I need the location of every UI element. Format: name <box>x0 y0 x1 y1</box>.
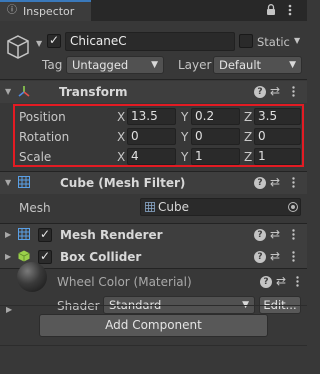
divider <box>0 305 307 306</box>
mesh-label: Mesh <box>19 201 51 215</box>
tag-value: Untagged <box>72 58 129 72</box>
more-options-icon[interactable] <box>292 251 295 262</box>
mesh-renderer-enabled-checkbox[interactable] <box>38 227 52 242</box>
foldout-arrow-icon[interactable]: ▶ <box>5 230 11 239</box>
preset-icon[interactable]: ⇄ <box>270 249 280 263</box>
preset-icon[interactable]: ⇄ <box>270 227 280 241</box>
box-collider-icon <box>18 250 30 262</box>
box-collider-enabled-checkbox[interactable] <box>38 249 52 264</box>
gameobject-cube-icon <box>7 35 29 59</box>
highlight-box <box>13 104 304 167</box>
box-collider-title: Box Collider <box>60 250 142 264</box>
material-title: Wheel Color (Material) <box>57 275 192 289</box>
divider <box>0 268 307 269</box>
mesh-object-field[interactable]: Cube <box>140 198 301 216</box>
more-options-icon[interactable] <box>296 276 299 287</box>
more-options-icon[interactable] <box>292 177 295 188</box>
layer-value: Default <box>219 58 262 72</box>
more-options-icon[interactable] <box>292 229 295 240</box>
preset-icon[interactable]: ⇄ <box>276 274 286 288</box>
help-icon[interactable]: ? <box>254 251 266 263</box>
chevron-down-icon: ▼ <box>151 60 158 70</box>
foldout-arrow-icon[interactable]: ▼ <box>5 178 11 187</box>
tab-inspector[interactable]: ⓘ Inspector <box>0 0 91 21</box>
layer-label: Layer <box>178 58 212 72</box>
transform-header[interactable]: ▼ Transform ? ⇄ <box>0 81 307 103</box>
lock-icon[interactable] <box>266 4 276 16</box>
divider <box>0 345 307 346</box>
object-name-field[interactable]: ChicaneC <box>65 32 235 51</box>
more-options-icon[interactable] <box>292 86 295 97</box>
mesh-renderer-title: Mesh Renderer <box>60 228 163 242</box>
preset-icon[interactable]: ⇄ <box>270 175 280 189</box>
transform-title: Transform <box>59 85 128 99</box>
help-icon[interactable]: ? <box>254 86 266 98</box>
help-icon[interactable]: ? <box>254 177 266 189</box>
info-icon: ⓘ <box>7 5 17 16</box>
add-component-button[interactable]: Add Component <box>39 314 268 337</box>
active-checkbox[interactable] <box>47 33 61 48</box>
tab-label: Inspector <box>23 5 75 18</box>
mesh-grid-icon <box>145 202 155 212</box>
shader-label: Shader <box>57 299 100 313</box>
static-checkbox[interactable] <box>239 34 253 48</box>
mesh-value: Cube <box>158 200 189 214</box>
foldout-arrow-icon[interactable]: ▼ <box>5 87 11 96</box>
tag-dropdown[interactable]: Untagged ▼ <box>66 56 164 74</box>
transform-axis-icon <box>18 86 30 97</box>
object-picker-icon[interactable] <box>288 202 298 212</box>
static-label: Static <box>257 35 290 49</box>
menu-icon[interactable] <box>288 4 292 16</box>
grid-icon <box>18 228 30 240</box>
mesh-filter-header[interactable]: ▼ Cube (Mesh Filter) ? ⇄ <box>0 172 307 194</box>
box-collider-header[interactable]: ▶ Box Collider ? ⇄ <box>0 246 307 268</box>
foldout-arrow-icon[interactable]: ▶ <box>5 252 11 261</box>
divider <box>0 79 307 80</box>
icon-dropdown-arrow-icon[interactable]: ▼ <box>36 39 42 48</box>
material-preview-sphere <box>17 262 47 292</box>
help-icon[interactable]: ? <box>260 276 272 288</box>
static-dropdown-arrow-icon[interactable]: ▼ <box>294 36 300 45</box>
grid-icon <box>18 176 30 188</box>
help-icon[interactable]: ? <box>254 229 266 241</box>
chevron-down-icon: ▼ <box>289 60 296 70</box>
mesh-filter-title: Cube (Mesh Filter) <box>60 176 186 190</box>
layer-dropdown[interactable]: Default ▼ <box>213 56 302 74</box>
tag-label: Tag <box>42 58 63 72</box>
preset-icon[interactable]: ⇄ <box>270 84 280 98</box>
foldout-arrow-icon[interactable]: ▶ <box>6 305 12 314</box>
mesh-renderer-header[interactable]: ▶ Mesh Renderer ? ⇄ <box>0 224 307 246</box>
